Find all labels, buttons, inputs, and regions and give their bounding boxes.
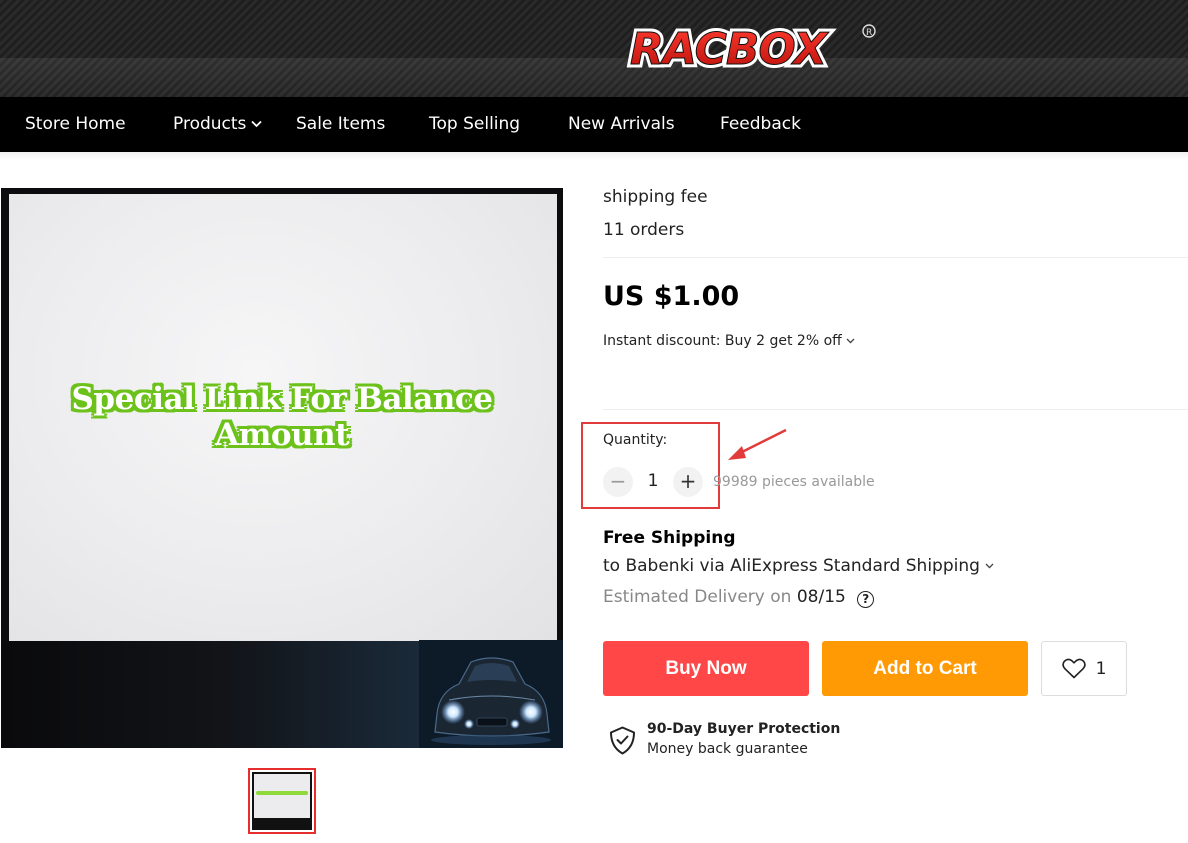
discount-text: Instant discount: Buy 2 get 2% off bbox=[603, 333, 842, 349]
nav-shadow bbox=[0, 152, 1188, 160]
divider bbox=[603, 409, 1188, 410]
help-question-icon[interactable]: ? bbox=[857, 591, 875, 608]
shipping-method[interactable]: to Babenki via AliExpress Standard Shipp… bbox=[603, 556, 994, 576]
main-nav: Store Home Products Sale Items Top Selli… bbox=[0, 97, 1188, 152]
main-product-image[interactable]: Special Link For Balance Amount bbox=[1, 188, 563, 748]
thumbnail-1[interactable] bbox=[248, 768, 316, 834]
header-banner: RACBOX RACBOX R bbox=[0, 0, 1188, 97]
banner-shine bbox=[0, 58, 1188, 97]
thumbnail-image bbox=[252, 772, 312, 830]
shipping-title: Free Shipping bbox=[603, 528, 736, 548]
buy-now-button[interactable]: Buy Now bbox=[603, 641, 809, 696]
nav-new-arrivals[interactable]: New Arrivals bbox=[568, 114, 675, 134]
car-illustration-icon bbox=[419, 640, 563, 748]
add-to-cart-button[interactable]: Add to Cart bbox=[822, 641, 1028, 696]
chevron-down-icon bbox=[985, 563, 994, 569]
thumbnail-caption-strip bbox=[256, 791, 308, 795]
chevron-down-icon bbox=[846, 338, 855, 344]
quantity-label: Quantity: bbox=[603, 432, 668, 448]
product-title: shipping fee bbox=[603, 187, 708, 207]
racbox-logo-icon: RACBOX RACBOX R bbox=[627, 21, 876, 79]
product-price: US $1.00 bbox=[603, 281, 740, 312]
svg-text:R: R bbox=[866, 28, 872, 38]
store-logo[interactable]: RACBOX RACBOX R bbox=[626, 21, 886, 79]
shield-check-icon bbox=[610, 726, 635, 755]
nav-products[interactable]: Products bbox=[173, 114, 263, 134]
instant-discount[interactable]: Instant discount: Buy 2 get 2% off bbox=[603, 333, 855, 349]
estimated-delivery: Estimated Delivery on 08/15 ? bbox=[603, 587, 875, 608]
wishlist-button[interactable]: 1 bbox=[1041, 641, 1127, 696]
quantity-decrease-button[interactable]: − bbox=[603, 467, 633, 497]
divider bbox=[603, 257, 1188, 258]
shipping-method-text: to Babenki via AliExpress Standard Shipp… bbox=[603, 556, 980, 576]
pieces-available: 99989 pieces available bbox=[713, 474, 875, 490]
quantity-value[interactable]: 1 bbox=[640, 471, 666, 491]
image-caption: Special Link For Balance Amount bbox=[71, 381, 493, 453]
wishlist-count: 1 bbox=[1095, 658, 1107, 679]
nav-products-label: Products bbox=[173, 114, 247, 134]
svg-text:RACBOX: RACBOX bbox=[630, 24, 829, 75]
delivery-date: 08/15 bbox=[796, 587, 846, 607]
buyer-protection-title: 90-Day Buyer Protection bbox=[647, 721, 841, 737]
thumbnail-panel bbox=[254, 774, 310, 818]
nav-feedback[interactable]: Feedback bbox=[720, 114, 801, 134]
order-count: 11 orders bbox=[603, 220, 685, 240]
nav-sale-items[interactable]: Sale Items bbox=[296, 114, 385, 134]
delivery-prefix: Estimated Delivery on bbox=[603, 587, 792, 607]
buyer-protection-subtitle: Money back guarantee bbox=[647, 741, 808, 757]
nav-store-home[interactable]: Store Home bbox=[25, 114, 126, 134]
red-arrow-icon bbox=[728, 428, 787, 460]
quantity-increase-button[interactable]: + bbox=[673, 467, 703, 497]
chevron-down-icon bbox=[251, 120, 263, 128]
heart-icon bbox=[1061, 658, 1086, 679]
nav-top-selling[interactable]: Top Selling bbox=[429, 114, 520, 134]
